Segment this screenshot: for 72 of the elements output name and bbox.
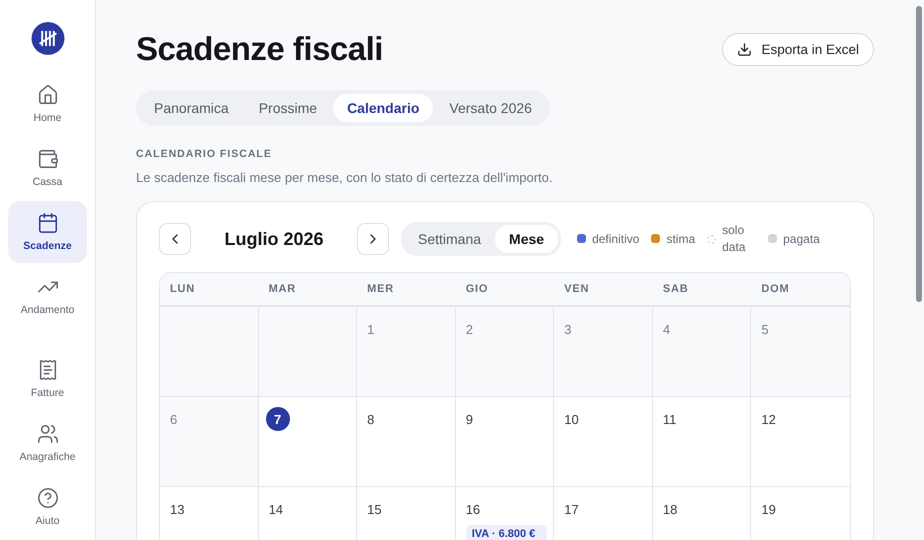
day-cell[interactable]: 1 (357, 307, 456, 397)
day-cell[interactable]: 3 (554, 307, 653, 397)
day-cell[interactable]: 2 (456, 307, 554, 397)
sidebar-item[interactable]: Aiuto (8, 476, 87, 538)
logo-icon (30, 22, 64, 55)
sidebar-item[interactable]: Home (8, 72, 87, 135)
tab[interactable]: Calendario (333, 94, 434, 122)
day-number: 19 (761, 500, 776, 518)
scrollbar-thumb[interactable] (916, 6, 922, 302)
day-number: 2 (466, 320, 473, 338)
day-number: 6 (170, 410, 178, 428)
legend-label: pagata (783, 230, 820, 248)
day-number: 8 (367, 410, 374, 428)
section-description: Le scadenze fiscali mese per mese, con lo stato di certezza dell'importo. (136, 170, 554, 185)
weekday-label: MER (366, 282, 395, 297)
users-icon (36, 423, 58, 446)
sidebar-item[interactable]: Fatture (8, 348, 87, 410)
day-cell[interactable]: 8 (357, 397, 456, 487)
tab[interactable]: Prossime (244, 94, 332, 122)
tab[interactable]: Versato 2026 (435, 94, 546, 122)
weekday-label: MAR (268, 282, 298, 297)
day-cell[interactable]: 6 (160, 397, 259, 487)
weekday-label: LUN (169, 282, 196, 297)
weekday-label: SAB (662, 282, 690, 297)
event-chip[interactable]: IVA · 6.800 € (466, 525, 548, 540)
day-number: 4 (662, 320, 670, 338)
weekday-label: VEN (563, 282, 590, 297)
day-cell[interactable]: 5 (751, 307, 850, 397)
day-cell[interactable]: 14 (258, 487, 358, 540)
day-number: 14 (268, 500, 284, 518)
view-option[interactable]: Mese (495, 225, 558, 253)
day-number: 9 (466, 410, 473, 428)
home-icon (36, 84, 58, 106)
export-button[interactable]: Esporta in Excel (722, 32, 874, 66)
day-number: 15 (367, 500, 382, 518)
help-icon (36, 486, 58, 509)
legend-label: definitivo (592, 230, 640, 248)
weekday-label: DOM (760, 282, 790, 297)
calendar-icon (36, 212, 58, 234)
day-number: 17 (564, 500, 579, 518)
wallet-icon (36, 148, 58, 170)
day-cell[interactable]: 9 (456, 397, 554, 487)
day-number: 16 (466, 500, 480, 518)
sidebar-item[interactable]: Cassa (8, 136, 87, 199)
legend-label: stima (666, 230, 696, 248)
day-cell[interactable]: 11 (652, 397, 752, 487)
section-heading: CALENDARIO FISCALE (136, 148, 273, 160)
day-cell[interactable]: 4 (652, 307, 752, 397)
tab[interactable]: Panoramica (140, 94, 243, 122)
day-cell[interactable]: 16 IVA · 6.800 € (456, 487, 554, 540)
legend-label: solo data (722, 222, 746, 256)
day-number: 7 (266, 407, 290, 431)
day-number: 11 (662, 410, 676, 428)
weekday-label: GIO (464, 282, 490, 297)
day-number: 1 (367, 320, 374, 338)
day-number: 18 (662, 500, 678, 518)
previous-month-button[interactable] (159, 223, 191, 255)
page-title: Scadenze fiscali (136, 30, 383, 68)
sidebar-item[interactable]: Andamento (8, 264, 87, 327)
day-cell[interactable]: 10 (554, 397, 653, 487)
sidebar-item[interactable]: Anagrafiche (8, 412, 87, 474)
day-number: 10 (564, 410, 579, 428)
view-option[interactable]: Settimana (404, 225, 496, 253)
day-number: 5 (761, 320, 769, 338)
day-cell[interactable]: 7 (258, 397, 358, 487)
day-number: 13 (170, 500, 184, 518)
sidebar-item[interactable]: Scadenze (8, 200, 87, 263)
day-number: 12 (761, 410, 776, 428)
month-title: Luglio 2026 (223, 228, 325, 250)
day-number: 3 (564, 320, 572, 338)
next-month-button[interactable] (357, 223, 389, 255)
download-icon (737, 42, 752, 56)
